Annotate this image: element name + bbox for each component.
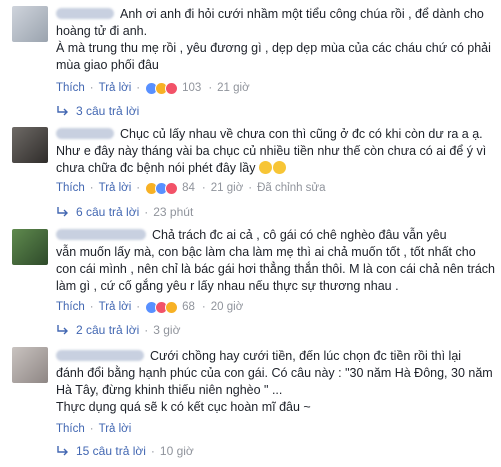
- author-name[interactable]: [56, 229, 146, 240]
- reactions[interactable]: [145, 181, 179, 195]
- reply-arrow-icon: [57, 325, 68, 335]
- comment-text: Chục củ lấy nhau về chưa con thì cũng ở …: [56, 127, 487, 175]
- comment-text: Chả trách đc ai cả , cô gái có chê nghèo…: [56, 228, 496, 293]
- haha-reaction-icon: [165, 300, 179, 314]
- thinking-emoji-icon: [259, 161, 272, 174]
- comment-time[interactable]: 21 giờ: [211, 182, 243, 194]
- comment-actions: Thích · Trả lời · 68 · 20 giờ: [56, 300, 244, 314]
- comment-time[interactable]: 20 giờ: [211, 301, 243, 313]
- avatar[interactable]: [12, 229, 48, 265]
- reply-arrow-icon: [57, 446, 68, 456]
- author-name[interactable]: [56, 8, 114, 19]
- love-reaction-icon: [165, 81, 179, 95]
- comment-time[interactable]: 21 giờ: [217, 82, 249, 94]
- reply-time: 3 giờ: [153, 323, 181, 337]
- view-replies[interactable]: 15 câu trả lời · 10 giờ: [56, 443, 194, 459]
- comment-actions: Thích · Trả lời: [56, 423, 132, 435]
- reply-arrow-icon: [57, 207, 68, 217]
- author-name[interactable]: [56, 128, 114, 139]
- reply-link[interactable]: Trả lời: [99, 301, 132, 313]
- comment-text: Anh ơi anh đi hỏi cưới nhầm một tiểu côn…: [56, 7, 491, 72]
- like-link[interactable]: Thích: [56, 301, 85, 313]
- like-link[interactable]: Thích: [56, 82, 85, 94]
- reply-link[interactable]: Trả lời: [99, 423, 132, 435]
- reaction-count[interactable]: 84: [182, 182, 195, 194]
- comment-text: Cưới chồng hay cưới tiền, đến lúc chọn đ…: [56, 349, 493, 414]
- author-name[interactable]: [56, 350, 144, 361]
- avatar[interactable]: [12, 347, 48, 383]
- reply-time: 10 giờ: [159, 444, 194, 458]
- view-replies[interactable]: 2 câu trả lời · 3 giờ: [56, 322, 180, 338]
- thinking-emoji-icon: [273, 161, 286, 174]
- view-replies[interactable]: 3 câu trả lời: [56, 103, 139, 119]
- like-link[interactable]: Thích: [56, 182, 85, 194]
- reactions[interactable]: [145, 300, 179, 314]
- comment-actions: Thích · Trả lời · 103 · 21 giờ: [56, 81, 250, 95]
- reply-link[interactable]: Trả lời: [99, 82, 132, 94]
- edited-label[interactable]: Đã chỉnh sửa: [257, 182, 325, 194]
- reaction-count[interactable]: 68: [182, 301, 195, 313]
- avatar[interactable]: [12, 6, 48, 42]
- comment-actions: Thích · Trả lời · 84 · 21 giờ · Đã chỉnh…: [56, 181, 326, 195]
- reply-time: 23 phút: [153, 205, 194, 219]
- like-link[interactable]: Thích: [56, 423, 85, 435]
- avatar[interactable]: [12, 127, 48, 163]
- view-replies[interactable]: 6 câu trả lời · 23 phút: [56, 204, 193, 220]
- reply-link[interactable]: Trả lời: [99, 182, 132, 194]
- love-reaction-icon: [165, 181, 179, 195]
- reply-arrow-icon: [57, 106, 68, 116]
- reactions[interactable]: [145, 81, 179, 95]
- reaction-count[interactable]: 103: [182, 82, 201, 94]
